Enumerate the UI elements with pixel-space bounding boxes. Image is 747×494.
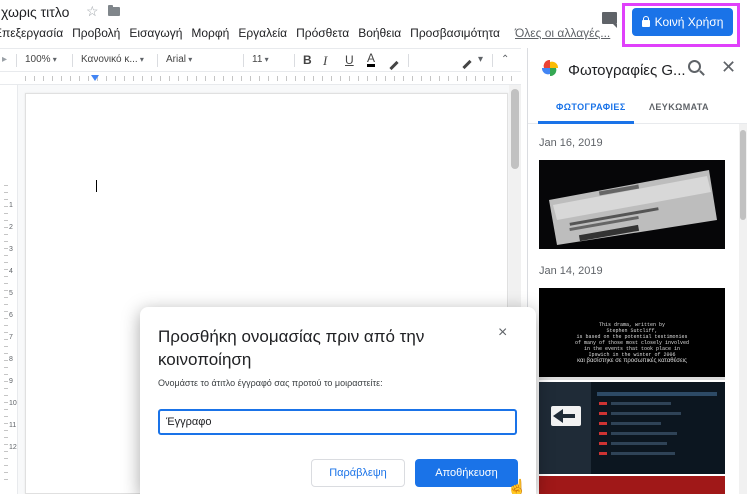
indent-marker[interactable] [91, 75, 99, 81]
ruler-number: 11 [9, 422, 17, 429]
ruler-number: 9 [9, 378, 13, 385]
tab-photos[interactable]: ΦΩΤΟΓΡΑΦΙΕΣ [556, 102, 626, 112]
ruler-number: 6 [9, 312, 13, 319]
photo-thumbnail[interactable]: This drama, written by Stephen Sutcliff,… [539, 288, 725, 380]
star-icon[interactable]: ☆ [86, 3, 99, 20]
ruler-number: 1 [9, 202, 13, 209]
menu-format[interactable]: Μορφή [191, 24, 229, 42]
share-button[interactable]: Κοινή Χρήση [632, 8, 733, 36]
folder-icon[interactable] [108, 5, 120, 16]
google-photos-logo-icon [542, 60, 558, 76]
photo-thumbnail[interactable] [539, 476, 725, 494]
font-family-select[interactable]: Arial [166, 54, 236, 65]
toolbar-overflow-icon[interactable]: ▸ [2, 54, 7, 65]
all-changes-link[interactable]: Όλες οι αλλαγές... [515, 24, 610, 42]
font-size-select[interactable]: 11 [252, 54, 269, 65]
menu-help[interactable]: Βοήθεια [358, 24, 401, 42]
photos-side-panel: Φωτογραφίες G... ✕ ΦΩΤΟΓΡΑΦΙΕΣ ΛΕΥΚΩΜΑΤΑ… [527, 48, 747, 494]
editing-mode-pen-icon[interactable] [462, 58, 472, 70]
dialog-description: Ονομάστε το άτιτλο έγγραφό σας προτού το… [158, 378, 383, 388]
photo-thumbnail[interactable] [539, 382, 725, 474]
comments-icon[interactable] [602, 12, 617, 28]
menu-view[interactable]: Προβολή [72, 24, 120, 42]
text-color-button[interactable]: A [367, 52, 376, 67]
close-icon[interactable]: × [498, 324, 507, 342]
ruler-number: 4 [9, 268, 13, 275]
ruler-number: 10 [9, 400, 17, 407]
ruler-number: 2 [9, 224, 13, 231]
panel-title: Φωτογραφίες G... [568, 62, 686, 79]
hand-pointer-icon: ☝ [507, 480, 527, 494]
ruler-number: 8 [9, 356, 13, 363]
close-icon[interactable]: ✕ [721, 57, 736, 78]
ruler-number: 12 [9, 444, 17, 451]
editing-mode-caret-icon[interactable]: ▾ [478, 54, 483, 65]
collapse-toolbar-icon[interactable]: ⌃ [501, 54, 509, 65]
menu-insert[interactable]: Εισαγωγή [129, 24, 182, 42]
ruler-number: 7 [9, 334, 13, 341]
photo-thumbnail[interactable] [539, 160, 725, 249]
share-button-label: Κοινή Χρήση [654, 15, 724, 29]
date-heading: Jan 14, 2019 [539, 265, 603, 277]
search-icon[interactable] [688, 60, 701, 73]
bold-button[interactable]: B [303, 53, 312, 67]
horizontal-ruler [0, 73, 521, 85]
ruler-number: 3 [9, 246, 13, 253]
panel-tabs: ΦΩΤΟΓΡΑΦΙΕΣ ΛΕΥΚΩΜΑΤΑ [528, 94, 747, 124]
formatting-toolbar: ▸ 100% Κανονικό κ... Arial 11 B I U A ▾ … [0, 48, 521, 72]
ruler-number: 5 [9, 290, 13, 297]
zoom-select[interactable]: 100% [25, 54, 57, 65]
menu-bar: Επεξεργασία Προβολή Εισαγωγή Μορφή Εργαλ… [0, 24, 619, 42]
save-button[interactable]: Αποθήκευση [415, 459, 518, 487]
paragraph-style-select[interactable]: Κανονικό κ... [81, 54, 144, 65]
document-name-input[interactable] [158, 409, 517, 435]
menu-tools[interactable]: Εργαλεία [238, 24, 287, 42]
menu-addons[interactable]: Πρόσθετα [296, 24, 349, 42]
menu-edit[interactable]: Επεξεργασία [0, 24, 63, 42]
menu-accessibility[interactable]: Προσβασιμότητα [410, 24, 500, 42]
text-cursor [96, 180, 97, 192]
underline-button[interactable]: U [345, 53, 354, 67]
italic-button[interactable]: I [323, 53, 327, 69]
rename-before-share-dialog: Προσθήκη ονομασίας πριν από την κοινοποί… [140, 307, 536, 494]
document-title[interactable]: χωρις τιτλο [1, 4, 69, 20]
dialog-title: Προσθήκη ονομασίας πριν από την κοινοποί… [158, 327, 425, 369]
panel-scrollbar[interactable] [739, 124, 747, 494]
highlight-pen-icon[interactable] [389, 59, 399, 71]
vertical-ruler: 1 2 3 4 5 6 7 8 9 10 11 12 [0, 85, 18, 494]
photo-caption: και βασίστηκε σε προσωπικές καταθέσεις [577, 358, 687, 364]
date-heading: Jan 16, 2019 [539, 137, 603, 149]
tab-albums[interactable]: ΛΕΥΚΩΜΑΤΑ [649, 102, 709, 112]
lock-icon [641, 15, 650, 27]
skip-button[interactable]: Παράβλεψη [311, 459, 405, 487]
active-tab-indicator [538, 121, 634, 124]
